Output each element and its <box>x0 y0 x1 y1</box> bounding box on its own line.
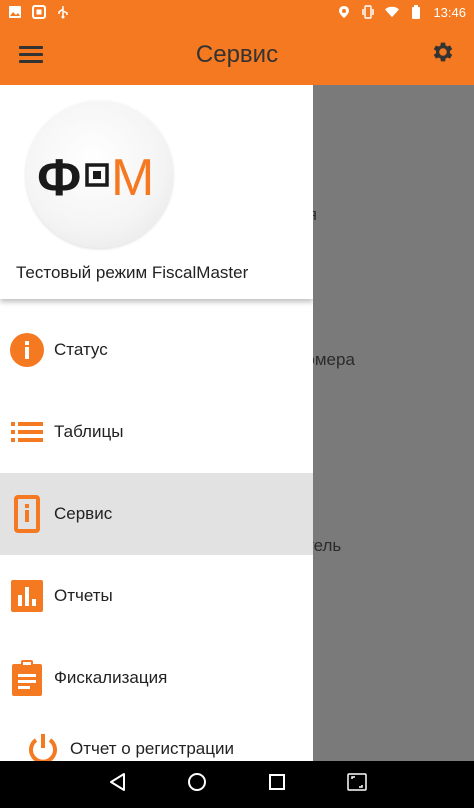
page-title: Сервис <box>195 40 279 68</box>
drawer-item-label: Отчет о регистрации <box>70 739 234 758</box>
power-icon <box>16 732 70 761</box>
image-icon <box>8 5 22 19</box>
recents-icon <box>268 773 286 796</box>
drawer-item-registration-report[interactable]: Отчет о регистрации <box>0 708 313 761</box>
drawer-item-reports[interactable]: Отчеты <box>0 555 313 637</box>
status-bar: 13:46 <box>0 0 474 24</box>
gear-icon <box>430 39 456 70</box>
vibrate-icon <box>361 5 375 19</box>
drawer-item-label: Отчеты <box>54 586 113 605</box>
status-time: 13:46 <box>433 4 466 20</box>
drawer-header: Ф М Тестовый режим FiscalMaster <box>0 85 313 299</box>
hamburger-menu-icon <box>19 45 43 64</box>
device-icon <box>0 495 54 533</box>
drawer-item-service[interactable]: Сервис <box>0 473 313 555</box>
usb-icon <box>56 5 70 19</box>
recents-button[interactable] <box>237 761 317 808</box>
back-icon <box>108 772 126 797</box>
screenshot-frame-icon <box>347 773 367 796</box>
drawer-header-title: Тестовый режим FiscalMaster <box>16 263 249 282</box>
home-icon <box>187 772 207 797</box>
drawer-item-label: Сервис <box>54 504 113 523</box>
back-button[interactable] <box>77 761 157 808</box>
drawer-item-label: Таблицы <box>54 422 124 441</box>
hamburger-menu-button[interactable] <box>0 24 62 85</box>
svg-text:Ф: Ф <box>37 149 81 205</box>
location-icon <box>337 5 351 19</box>
settings-button[interactable] <box>412 24 474 85</box>
home-button[interactable] <box>157 761 237 808</box>
drawer-item-label: Фискализация <box>54 668 168 687</box>
svg-text:М: М <box>111 149 154 205</box>
screenshot-icon <box>32 5 46 19</box>
drawer-item-label: Статус <box>54 340 108 359</box>
info-icon <box>0 333 54 367</box>
system-navigation-bar <box>0 761 474 808</box>
wifi-icon <box>385 5 400 19</box>
screenshot-button[interactable] <box>317 761 397 808</box>
drawer-item-tables[interactable]: Таблицы <box>0 391 313 473</box>
fiscalmaster-logo-icon: Ф М <box>37 149 154 205</box>
clipboard-icon <box>0 660 54 696</box>
navigation-drawer: Ф М Тестовый режим FiscalMaster Статус Т… <box>0 85 313 761</box>
app-logo: Ф М <box>26 101 173 248</box>
drawer-item-fiscalization[interactable]: Фискализация <box>0 637 313 719</box>
app-bar: Сервис <box>0 24 474 85</box>
bar-chart-icon <box>0 580 54 612</box>
battery-icon <box>409 5 423 19</box>
list-icon <box>0 421 54 443</box>
drawer-item-status[interactable]: Статус <box>0 309 313 391</box>
